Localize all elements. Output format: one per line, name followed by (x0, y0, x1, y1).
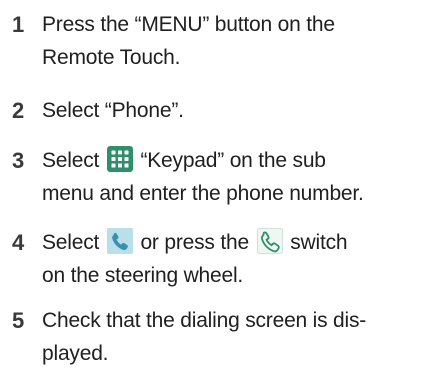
step-text: Select “Phone”. (42, 94, 424, 127)
step-number: 5 (12, 308, 25, 333)
step-number: 1 (12, 12, 25, 37)
step-line: Press the “MENU” button on the (42, 13, 335, 36)
step-text-segment: Select (42, 231, 100, 254)
step-text: Press the “MENU” button on the Remote To… (42, 8, 424, 74)
step-line: Select or press the switch (42, 226, 424, 259)
step-line: Check that the dialing screen is dis- (42, 309, 367, 332)
phone-handset-screen-icon (106, 228, 133, 254)
step-line: on the steering wheel. (42, 264, 244, 287)
phone-handset-switch-icon (256, 228, 283, 254)
step-text-segment: Select (42, 149, 100, 172)
step-number: 3 (12, 148, 25, 173)
step-line: Select “Phone”. (42, 99, 184, 122)
step-line: Remote Touch. (42, 46, 181, 69)
step-line: menu and enter the phone number. (42, 182, 364, 205)
step-line: Select “Keypad” on the sub (42, 144, 424, 177)
step-number: 4 (12, 230, 25, 255)
step-text-segment: “Keypad” on the sub (140, 149, 326, 172)
step-text: Select “Keypad” on the sub menu and ente… (42, 144, 424, 210)
keypad-grid-icon (106, 146, 133, 172)
step-line: played. (42, 342, 109, 365)
step-text: Select or press the switch on the steeri… (42, 226, 424, 292)
step-text-segment: switch (290, 231, 348, 254)
step-text-segment: or press the (140, 231, 249, 254)
step-number: 2 (12, 98, 25, 123)
step-text: Check that the dialing screen is dis- pl… (42, 304, 424, 370)
